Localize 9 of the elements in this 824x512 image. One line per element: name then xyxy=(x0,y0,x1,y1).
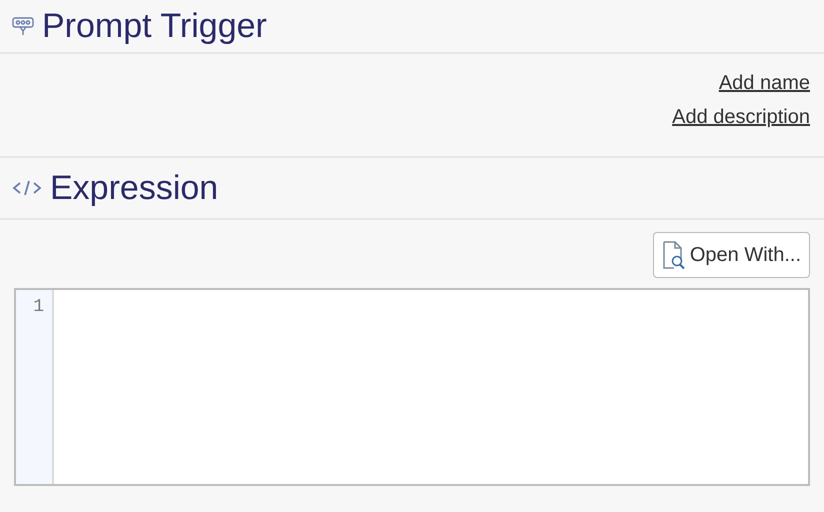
add-link[interactable]: Add description xyxy=(672,102,810,132)
panel-title: Prompt Trigger xyxy=(42,6,267,46)
add-link[interactable]: Add name xyxy=(718,68,810,98)
line-number: 1 xyxy=(33,296,44,319)
open-with-button[interactable]: Open With... xyxy=(652,232,810,278)
code-editor[interactable]: 1 xyxy=(14,288,810,486)
code-icon xyxy=(12,178,42,198)
section-title: Expression xyxy=(50,168,218,208)
document-search-icon xyxy=(662,240,686,270)
